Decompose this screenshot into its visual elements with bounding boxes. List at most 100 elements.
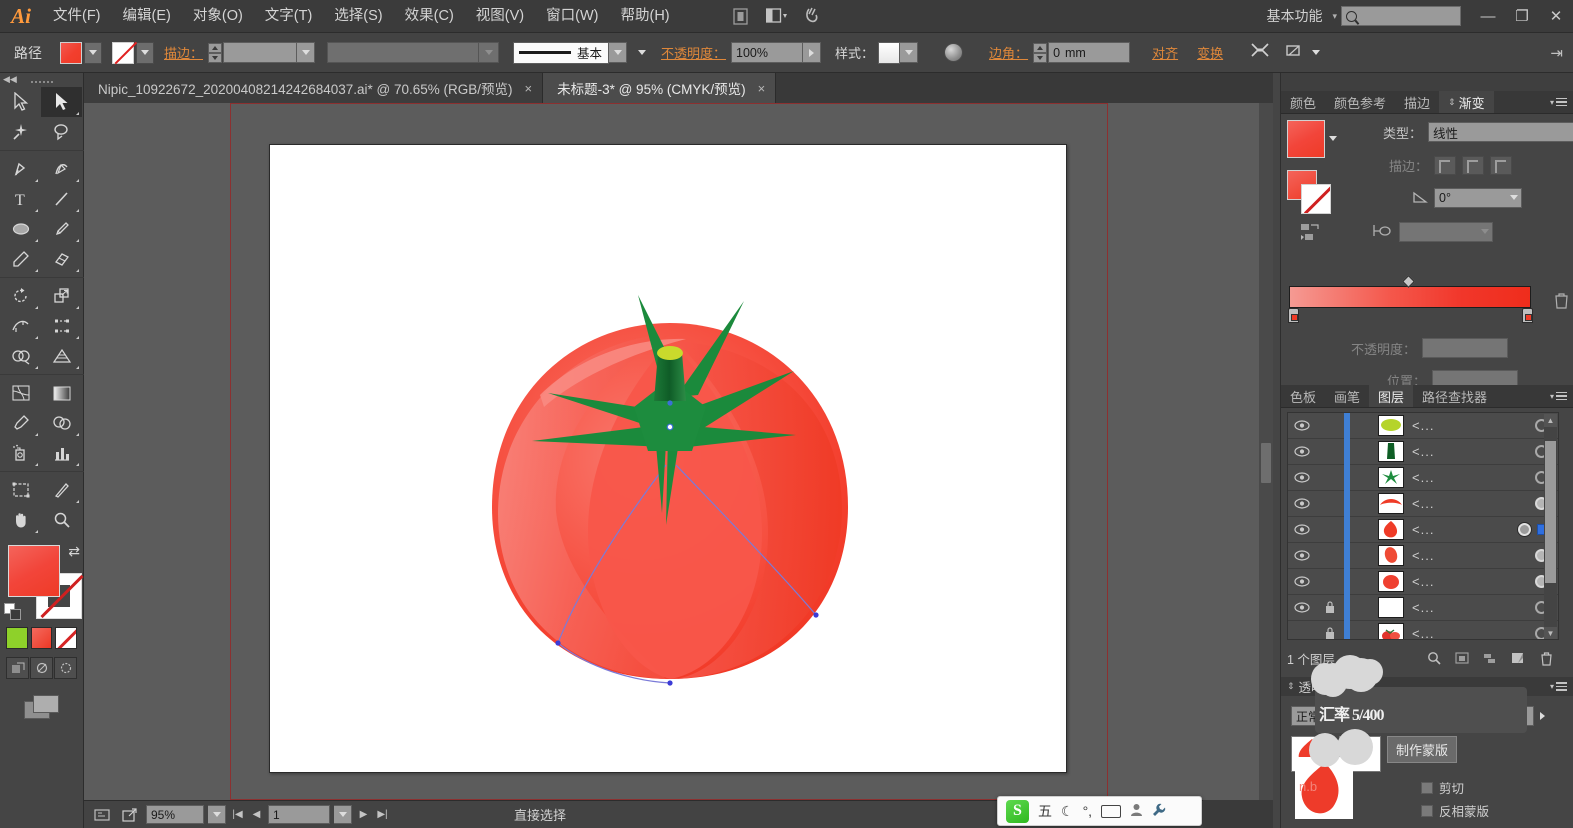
menu-effect[interactable]: 效果(C) xyxy=(394,0,465,33)
lock-icon[interactable] xyxy=(1316,601,1344,614)
align-button[interactable]: 对齐 xyxy=(1152,43,1178,62)
clip-checkbox[interactable] xyxy=(1421,781,1433,794)
gradient-stroke-along-button[interactable] xyxy=(1462,156,1485,175)
table-row[interactable]: <... xyxy=(1288,464,1558,491)
artboard-number-field[interactable]: 1 xyxy=(268,805,330,824)
tool-perspective-grid[interactable] xyxy=(41,341,82,371)
control-bar-overflow-icon[interactable]: ⇥ xyxy=(1550,44,1573,62)
zoom-level-dropdown[interactable] xyxy=(208,805,226,824)
stroke-profile-dropdown[interactable] xyxy=(479,42,500,63)
target-indicator-selected[interactable] xyxy=(1518,523,1531,536)
tab-gradient[interactable]: ⇕ 渐变 xyxy=(1439,91,1494,113)
visibility-eye-icon[interactable] xyxy=(1288,472,1316,483)
invert-mask-checkbox[interactable] xyxy=(1421,804,1433,817)
tab-color-guide[interactable]: 颜色参考 xyxy=(1325,91,1395,113)
arrange-documents-icon[interactable] xyxy=(762,4,792,28)
tab-layers[interactable]: 图层 xyxy=(1369,385,1414,407)
default-fill-stroke-icon[interactable] xyxy=(4,603,22,621)
table-row[interactable]: <... xyxy=(1288,542,1558,569)
tool-eraser[interactable] xyxy=(41,244,82,274)
graphic-style-swatch[interactable] xyxy=(878,41,901,64)
isolate-icon[interactable] xyxy=(1286,42,1306,63)
stroke-weight-field[interactable] xyxy=(223,42,298,63)
fill-dropdown-button[interactable] xyxy=(84,41,102,64)
table-row[interactable]: <... xyxy=(1288,490,1558,517)
document-tab-1-close-icon[interactable]: × xyxy=(525,81,533,96)
brush-definition-field[interactable]: 基本 xyxy=(513,41,610,64)
restore-button[interactable]: ❐ xyxy=(1505,0,1539,33)
fill-color-swatch[interactable] xyxy=(60,41,82,64)
workspace-chevron-down-icon[interactable]: ▾ xyxy=(1332,11,1337,22)
tool-line-segment[interactable] xyxy=(41,184,82,214)
minimize-button[interactable]: — xyxy=(1471,0,1505,33)
transform-button[interactable]: 变换 xyxy=(1197,43,1223,62)
tool-column-graph[interactable] xyxy=(41,438,82,468)
brush-definition-dropdown[interactable] xyxy=(609,42,628,63)
tool-zoom[interactable] xyxy=(41,505,82,535)
search-input[interactable] xyxy=(1341,6,1461,26)
menu-window[interactable]: 窗口(W) xyxy=(535,0,609,33)
canvas-area[interactable] xyxy=(84,103,1273,800)
gradient-stroke-within-button[interactable] xyxy=(1434,156,1457,175)
workspace-switcher[interactable]: 基本功能 xyxy=(1260,6,1328,26)
stock-search-icon[interactable] xyxy=(798,4,828,28)
recolor-artwork-icon[interactable] xyxy=(944,43,964,62)
corner-radius-field[interactable]: 0 mm xyxy=(1048,42,1131,63)
table-row[interactable]: <... xyxy=(1288,516,1558,543)
layers-scrollbar[interactable]: ▲ ▼ xyxy=(1544,414,1557,639)
share-icon[interactable] xyxy=(118,805,142,825)
scrollbar-thumb[interactable] xyxy=(1261,443,1271,483)
reverse-gradient-icon[interactable] xyxy=(1299,222,1321,249)
create-sublayer-icon[interactable] xyxy=(1477,648,1503,668)
layer-name[interactable]: <... xyxy=(1412,574,1434,589)
tool-symbol-sprayer[interactable] xyxy=(0,438,41,468)
visibility-eye-icon[interactable] xyxy=(1288,602,1316,613)
stroke-profile-field[interactable] xyxy=(327,42,480,63)
scrollbar-thumb[interactable] xyxy=(1545,441,1556,583)
shape-options-icon[interactable] xyxy=(1250,42,1270,63)
document-tab-1[interactable]: Nipic_10922672_20200408214242684037.ai* … xyxy=(84,73,544,103)
keyboard-icon[interactable] xyxy=(1101,804,1122,818)
tab-stroke[interactable]: 描边 xyxy=(1395,91,1439,113)
tool-rotate[interactable] xyxy=(0,281,41,311)
make-clipping-mask-icon[interactable] xyxy=(1449,648,1475,668)
gradient-preview-swatch[interactable] xyxy=(1287,120,1325,158)
tool-hand[interactable] xyxy=(0,505,41,535)
visibility-eye-icon[interactable] xyxy=(1288,550,1316,561)
layers-panel-menu-button[interactable]: ▾ xyxy=(1550,385,1573,407)
tool-slice[interactable] xyxy=(41,475,82,505)
menu-edit[interactable]: 编辑(E) xyxy=(112,0,182,33)
create-layer-icon[interactable] xyxy=(1505,648,1531,668)
visibility-eye-icon[interactable] xyxy=(1288,498,1316,509)
last-artboard-button[interactable]: ▶| xyxy=(375,805,390,824)
table-row[interactable]: <... xyxy=(1288,413,1558,439)
tab-swatches[interactable]: 色板 xyxy=(1281,385,1325,407)
visibility-eye-icon[interactable] xyxy=(1288,420,1316,431)
transparency-panel-menu-button[interactable]: ▾ xyxy=(1550,682,1573,691)
document-tab-2[interactable]: 未标题-3* @ 95% (CMYK/预览) × xyxy=(543,73,777,103)
tool-mesh[interactable] xyxy=(0,378,41,408)
layer-name[interactable]: <... xyxy=(1412,470,1434,485)
tools-collapse-icon[interactable]: ◀◀ xyxy=(3,74,17,85)
isolate-chevron-down-icon[interactable] xyxy=(1312,50,1321,55)
menu-file[interactable]: 文件(F) xyxy=(42,0,112,33)
layer-name[interactable]: <... xyxy=(1412,418,1434,433)
sogou-logo-icon[interactable]: S xyxy=(1006,799,1029,823)
stroke-weight-dropdown[interactable] xyxy=(297,42,316,63)
document-tab-2-close-icon[interactable]: × xyxy=(758,81,766,96)
layer-name[interactable]: <... xyxy=(1412,444,1434,459)
tool-scale[interactable] xyxy=(41,281,82,311)
none-button[interactable] xyxy=(55,627,78,649)
tool-type[interactable]: T xyxy=(0,184,41,214)
gradient-panel-menu-button[interactable]: ▾ xyxy=(1550,91,1573,113)
color-button[interactable] xyxy=(6,627,28,649)
draw-normal-button[interactable] xyxy=(6,657,29,679)
menu-type[interactable]: 文字(T) xyxy=(254,0,324,33)
menu-select[interactable]: 选择(S) xyxy=(323,0,393,33)
tool-gradient[interactable] xyxy=(41,378,82,408)
opacity-flyout-icon[interactable] xyxy=(1539,712,1545,720)
gradient-stroke-box[interactable] xyxy=(1301,184,1331,214)
table-row[interactable]: <... xyxy=(1288,438,1558,465)
table-row[interactable]: <... xyxy=(1288,568,1558,595)
menu-help[interactable]: 帮助(H) xyxy=(609,0,680,33)
